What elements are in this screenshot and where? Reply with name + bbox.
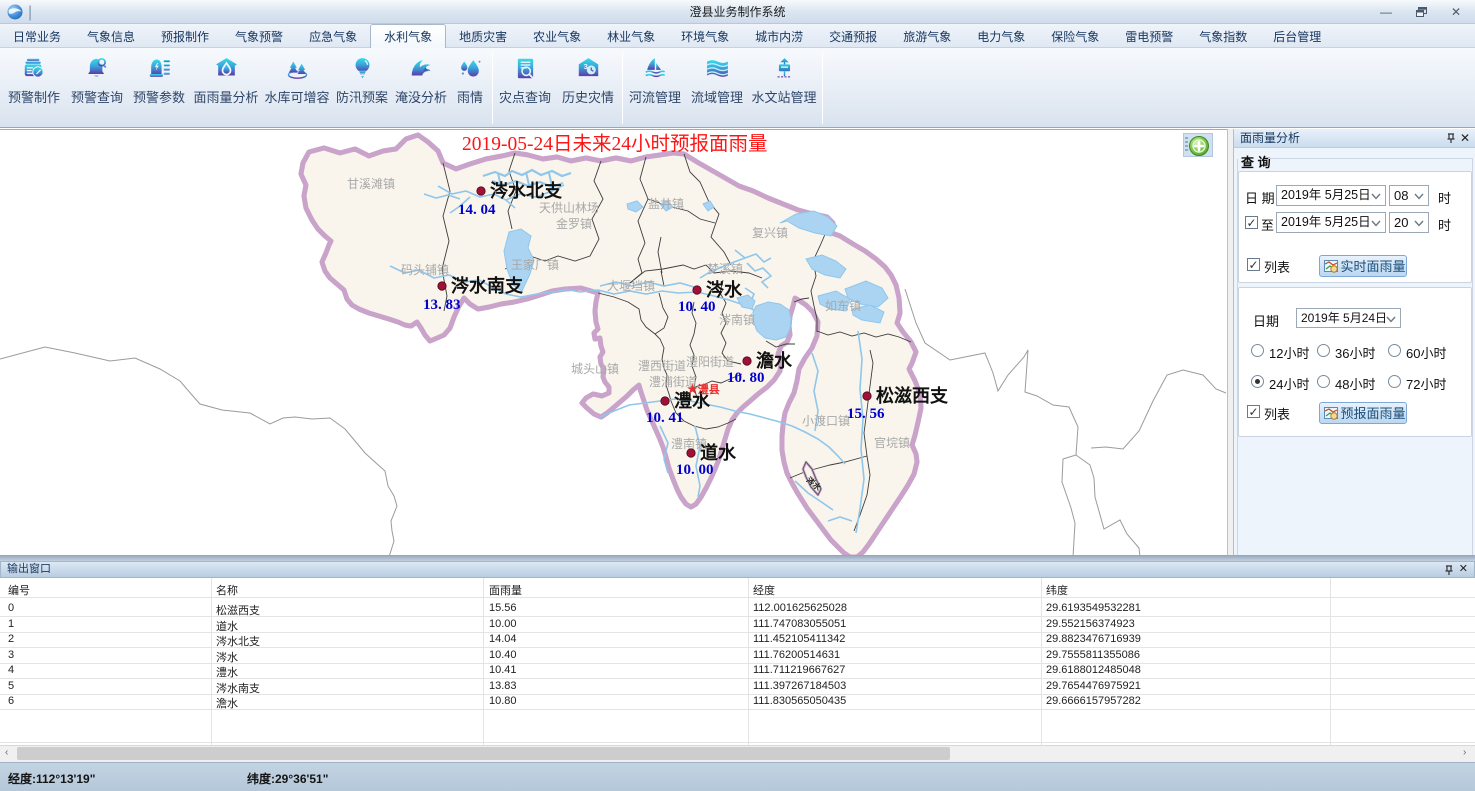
svg-text:14. 04: 14. 04	[458, 202, 496, 218]
svg-text:王家厂镇: 王家厂镇	[511, 257, 559, 272]
svg-text:小渡口镇: 小渡口镇	[802, 413, 850, 428]
svg-text:官垸镇: 官垸镇	[874, 435, 910, 450]
svg-text:10. 80: 10. 80	[727, 370, 765, 386]
svg-text:复兴镇: 复兴镇	[752, 226, 788, 240]
svg-text:天供山林场: 天供山林场	[539, 201, 599, 215]
svg-text:金罗镇: 金罗镇	[556, 216, 592, 231]
svg-text:盐井镇: 盐井镇	[648, 197, 684, 211]
svg-text:道水: 道水	[700, 442, 737, 463]
svg-text:涔水南支: 涔水南支	[451, 275, 524, 296]
svg-text:10. 00: 10. 00	[676, 462, 714, 478]
svg-text:10. 41: 10. 41	[646, 410, 684, 426]
svg-text:15. 56: 15. 56	[847, 406, 885, 422]
svg-text:码头铺镇: 码头铺镇	[401, 263, 449, 277]
svg-text:涔水: 涔水	[706, 279, 743, 300]
svg-text:涔水北支: 涔水北支	[490, 180, 563, 201]
svg-text:梦溪镇: 梦溪镇	[707, 262, 743, 276]
svg-text:涔南镇: 涔南镇	[719, 312, 755, 327]
svg-text:2019-05-24日未来24小时预报面雨量: 2019-05-24日未来24小时预报面雨量	[462, 133, 768, 155]
svg-text:13. 83: 13. 83	[423, 297, 461, 313]
svg-text:★澧县: ★澧县	[687, 382, 720, 396]
svg-text:澹水: 澹水	[756, 350, 793, 371]
svg-text:甘溪滩镇: 甘溪滩镇	[347, 177, 395, 191]
svg-text:松滋西支: 松滋西支	[876, 385, 949, 406]
svg-text:澧阳街道: 澧阳街道	[686, 355, 734, 369]
svg-text:10. 40: 10. 40	[678, 299, 716, 315]
svg-text:如东镇: 如东镇	[825, 298, 861, 313]
svg-text:澧西街道: 澧西街道	[638, 359, 686, 373]
svg-text:城头山镇: 城头山镇	[571, 362, 619, 376]
svg-text:大堰垱镇: 大堰垱镇	[607, 279, 655, 293]
